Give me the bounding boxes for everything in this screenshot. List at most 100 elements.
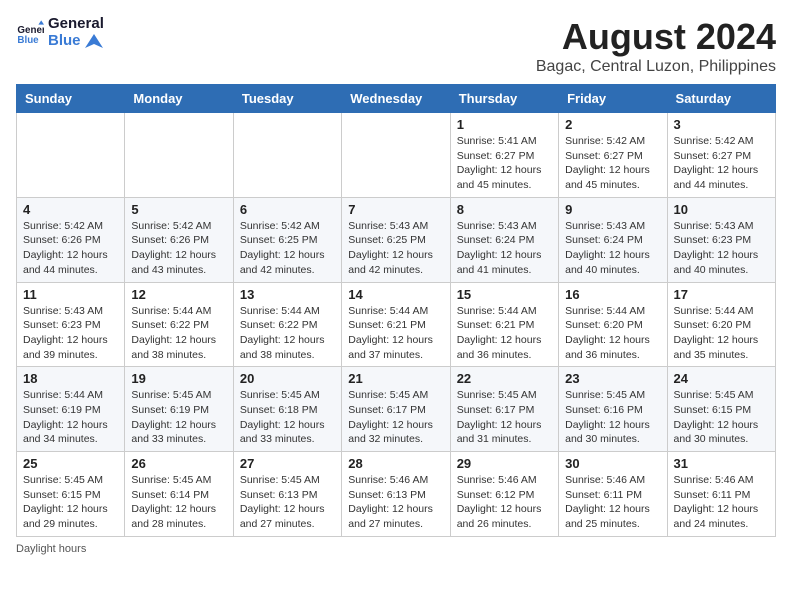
day-info: Sunrise: 5:44 AM Sunset: 6:20 PM Dayligh… xyxy=(565,304,660,363)
day-info: Sunrise: 5:42 AM Sunset: 6:26 PM Dayligh… xyxy=(131,219,226,278)
day-number: 7 xyxy=(348,202,443,217)
day-cell: 6 Sunrise: 5:42 AM Sunset: 6:25 PM Daylig… xyxy=(233,197,341,282)
day-info: Sunrise: 5:44 AM Sunset: 6:21 PM Dayligh… xyxy=(348,304,443,363)
day-number: 5 xyxy=(131,202,226,217)
column-header-wednesday: Wednesday xyxy=(342,85,450,113)
day-number: 29 xyxy=(457,456,552,471)
day-cell: 26 Sunrise: 5:45 AM Sunset: 6:14 PM Dayli… xyxy=(125,452,233,537)
day-cell: 28 Sunrise: 5:46 AM Sunset: 6:13 PM Dayli… xyxy=(342,452,450,537)
day-number: 22 xyxy=(457,371,552,386)
day-number: 28 xyxy=(348,456,443,471)
day-info: Sunrise: 5:45 AM Sunset: 6:15 PM Dayligh… xyxy=(23,473,118,532)
day-cell: 9 Sunrise: 5:43 AM Sunset: 6:24 PM Daylig… xyxy=(559,197,667,282)
day-info: Sunrise: 5:45 AM Sunset: 6:18 PM Dayligh… xyxy=(240,388,335,447)
logo: General Blue General Blue xyxy=(16,16,104,49)
day-cell: 13 Sunrise: 5:44 AM Sunset: 6:22 PM Dayli… xyxy=(233,282,341,367)
day-number: 24 xyxy=(674,371,769,386)
day-cell: 5 Sunrise: 5:42 AM Sunset: 6:26 PM Daylig… xyxy=(125,197,233,282)
week-row-1: 1Sunrise: 5:41 AM Sunset: 6:27 PM Daylig… xyxy=(17,113,776,198)
day-info: Sunrise: 5:43 AM Sunset: 6:23 PM Dayligh… xyxy=(23,304,118,363)
day-info: Sunrise: 5:46 AM Sunset: 6:11 PM Dayligh… xyxy=(674,473,769,532)
day-info: Sunrise: 5:44 AM Sunset: 6:22 PM Dayligh… xyxy=(240,304,335,363)
day-cell: 4 Sunrise: 5:42 AM Sunset: 6:26 PM Daylig… xyxy=(17,197,125,282)
day-cell: 14Sunrise: 5:44 AM Sunset: 6:21 PM Dayli… xyxy=(342,282,450,367)
calendar-header-row: SundayMondayTuesdayWednesdayThursdayFrid… xyxy=(17,85,776,113)
day-info: Sunrise: 5:45 AM Sunset: 6:17 PM Dayligh… xyxy=(457,388,552,447)
day-info: Sunrise: 5:45 AM Sunset: 6:16 PM Dayligh… xyxy=(565,388,660,447)
day-cell: 27Sunrise: 5:45 AM Sunset: 6:13 PM Dayli… xyxy=(233,452,341,537)
day-number: 17 xyxy=(674,287,769,302)
column-header-sunday: Sunday xyxy=(17,85,125,113)
footer-note: Daylight hours xyxy=(16,543,776,555)
day-info: Sunrise: 5:45 AM Sunset: 6:14 PM Dayligh… xyxy=(131,473,226,532)
day-number: 2 xyxy=(565,117,660,132)
day-cell: 11Sunrise: 5:43 AM Sunset: 6:23 PM Dayli… xyxy=(17,282,125,367)
day-cell xyxy=(17,113,125,198)
day-cell: 21 Sunrise: 5:45 AM Sunset: 6:17 PM Dayli… xyxy=(342,367,450,452)
day-number: 3 xyxy=(674,117,769,132)
day-cell xyxy=(342,113,450,198)
logo-icon: General Blue xyxy=(16,19,44,47)
day-info: Sunrise: 5:44 AM Sunset: 6:22 PM Dayligh… xyxy=(131,304,226,363)
day-number: 15 xyxy=(457,287,552,302)
day-info: Sunrise: 5:46 AM Sunset: 6:13 PM Dayligh… xyxy=(348,473,443,532)
day-info: Sunrise: 5:46 AM Sunset: 6:11 PM Dayligh… xyxy=(565,473,660,532)
day-number: 26 xyxy=(131,456,226,471)
day-number: 18 xyxy=(23,371,118,386)
week-row-4: 18Sunrise: 5:44 AM Sunset: 6:19 PM Dayli… xyxy=(17,367,776,452)
day-number: 21 xyxy=(348,371,443,386)
day-number: 4 xyxy=(23,202,118,217)
day-number: 20 xyxy=(240,371,335,386)
header: General Blue General Blue August 2024 Ba… xyxy=(16,16,776,76)
day-info: Sunrise: 5:43 AM Sunset: 6:23 PM Dayligh… xyxy=(674,219,769,278)
day-cell: 10 Sunrise: 5:43 AM Sunset: 6:23 PM Dayli… xyxy=(667,197,775,282)
day-info: Sunrise: 5:43 AM Sunset: 6:24 PM Dayligh… xyxy=(565,219,660,278)
day-cell: 1Sunrise: 5:41 AM Sunset: 6:27 PM Daylig… xyxy=(450,113,558,198)
week-row-3: 11Sunrise: 5:43 AM Sunset: 6:23 PM Dayli… xyxy=(17,282,776,367)
day-number: 13 xyxy=(240,287,335,302)
day-info: Sunrise: 5:43 AM Sunset: 6:24 PM Dayligh… xyxy=(457,219,552,278)
logo-general: General xyxy=(48,16,104,33)
day-number: 12 xyxy=(131,287,226,302)
day-number: 31 xyxy=(674,456,769,471)
day-info: Sunrise: 5:46 AM Sunset: 6:12 PM Dayligh… xyxy=(457,473,552,532)
day-cell: 7 Sunrise: 5:43 AM Sunset: 6:25 PM Daylig… xyxy=(342,197,450,282)
day-info: Sunrise: 5:44 AM Sunset: 6:21 PM Dayligh… xyxy=(457,304,552,363)
week-row-5: 25 Sunrise: 5:45 AM Sunset: 6:15 PM Dayli… xyxy=(17,452,776,537)
day-number: 6 xyxy=(240,202,335,217)
day-cell: 18Sunrise: 5:44 AM Sunset: 6:19 PM Dayli… xyxy=(17,367,125,452)
day-number: 19 xyxy=(131,371,226,386)
day-cell: 17 Sunrise: 5:44 AM Sunset: 6:20 PM Dayli… xyxy=(667,282,775,367)
logo-blue: Blue xyxy=(48,33,104,50)
day-number: 10 xyxy=(674,202,769,217)
day-number: 16 xyxy=(565,287,660,302)
day-number: 27 xyxy=(240,456,335,471)
day-info: Sunrise: 5:45 AM Sunset: 6:19 PM Dayligh… xyxy=(131,388,226,447)
day-cell: 23 Sunrise: 5:45 AM Sunset: 6:16 PM Dayli… xyxy=(559,367,667,452)
day-cell: 16 Sunrise: 5:44 AM Sunset: 6:20 PM Dayli… xyxy=(559,282,667,367)
column-header-thursday: Thursday xyxy=(450,85,558,113)
day-cell: 29 Sunrise: 5:46 AM Sunset: 6:12 PM Dayli… xyxy=(450,452,558,537)
day-info: Sunrise: 5:42 AM Sunset: 6:25 PM Dayligh… xyxy=(240,219,335,278)
day-info: Sunrise: 5:42 AM Sunset: 6:26 PM Dayligh… xyxy=(23,219,118,278)
day-cell: 24Sunrise: 5:45 AM Sunset: 6:15 PM Dayli… xyxy=(667,367,775,452)
day-cell xyxy=(233,113,341,198)
day-cell: 8 Sunrise: 5:43 AM Sunset: 6:24 PM Daylig… xyxy=(450,197,558,282)
day-cell: 22 Sunrise: 5:45 AM Sunset: 6:17 PM Dayli… xyxy=(450,367,558,452)
day-number: 23 xyxy=(565,371,660,386)
day-cell: 31 Sunrise: 5:46 AM Sunset: 6:11 PM Dayli… xyxy=(667,452,775,537)
subtitle: Bagac, Central Luzon, Philippines xyxy=(536,58,776,76)
day-number: 25 xyxy=(23,456,118,471)
day-info: Sunrise: 5:42 AM Sunset: 6:27 PM Dayligh… xyxy=(674,134,769,193)
day-number: 8 xyxy=(457,202,552,217)
column-header-monday: Monday xyxy=(125,85,233,113)
day-info: Sunrise: 5:43 AM Sunset: 6:25 PM Dayligh… xyxy=(348,219,443,278)
svg-text:Blue: Blue xyxy=(17,34,39,45)
logo-bird-icon xyxy=(85,34,103,48)
day-info: Sunrise: 5:44 AM Sunset: 6:20 PM Dayligh… xyxy=(674,304,769,363)
day-cell: 2Sunrise: 5:42 AM Sunset: 6:27 PM Daylig… xyxy=(559,113,667,198)
column-header-saturday: Saturday xyxy=(667,85,775,113)
day-number: 9 xyxy=(565,202,660,217)
day-info: Sunrise: 5:45 AM Sunset: 6:17 PM Dayligh… xyxy=(348,388,443,447)
main-title: August 2024 xyxy=(536,16,776,58)
